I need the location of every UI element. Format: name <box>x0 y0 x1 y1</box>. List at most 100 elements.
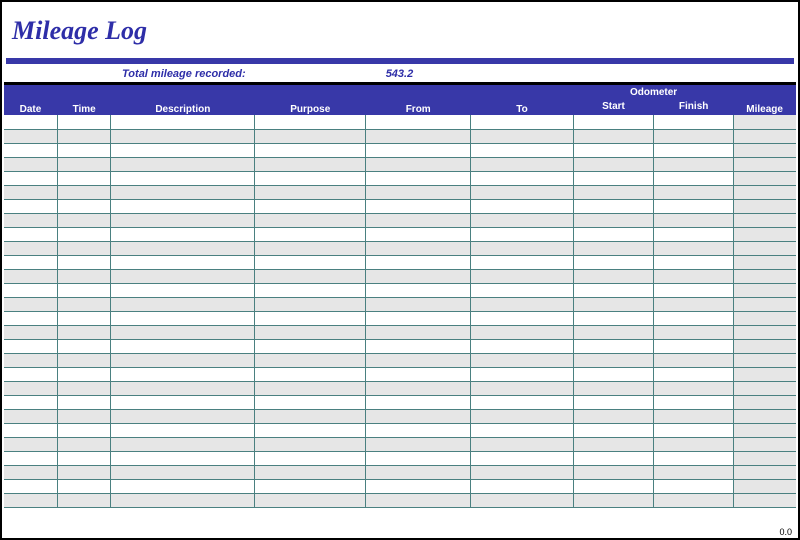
table-cell[interactable] <box>471 199 574 213</box>
table-cell[interactable] <box>734 255 796 269</box>
table-cell[interactable] <box>654 325 734 339</box>
table-cell[interactable] <box>255 451 366 465</box>
table-cell[interactable] <box>471 479 574 493</box>
table-cell[interactable] <box>4 115 57 129</box>
table-cell[interactable] <box>654 409 734 423</box>
table-cell[interactable] <box>366 465 471 479</box>
table-cell[interactable] <box>366 283 471 297</box>
table-cell[interactable] <box>57 339 110 353</box>
table-cell[interactable] <box>4 297 57 311</box>
table-cell[interactable] <box>255 171 366 185</box>
table-cell[interactable] <box>654 395 734 409</box>
table-cell[interactable] <box>654 423 734 437</box>
table-cell[interactable] <box>4 199 57 213</box>
table-cell[interactable] <box>654 143 734 157</box>
table-cell[interactable] <box>255 325 366 339</box>
table-cell[interactable] <box>573 325 653 339</box>
table-cell[interactable] <box>111 367 255 381</box>
table-cell[interactable] <box>57 255 110 269</box>
table-cell[interactable] <box>111 493 255 507</box>
table-cell[interactable] <box>573 493 653 507</box>
table-cell[interactable] <box>573 367 653 381</box>
table-cell[interactable] <box>4 339 57 353</box>
table-cell[interactable] <box>111 213 255 227</box>
table-cell[interactable] <box>111 409 255 423</box>
table-cell[interactable] <box>57 213 110 227</box>
table-cell[interactable] <box>4 143 57 157</box>
table-cell[interactable] <box>734 465 796 479</box>
table-cell[interactable] <box>654 241 734 255</box>
table-cell[interactable] <box>654 115 734 129</box>
table-cell[interactable] <box>255 479 366 493</box>
table-cell[interactable] <box>255 465 366 479</box>
table-cell[interactable] <box>57 353 110 367</box>
table-cell[interactable] <box>573 129 653 143</box>
table-cell[interactable] <box>4 395 57 409</box>
table-cell[interactable] <box>654 199 734 213</box>
table-cell[interactable] <box>57 241 110 255</box>
table-cell[interactable] <box>57 185 110 199</box>
table-cell[interactable] <box>4 283 57 297</box>
table-cell[interactable] <box>4 171 57 185</box>
table-cell[interactable] <box>4 255 57 269</box>
table-cell[interactable] <box>366 367 471 381</box>
table-cell[interactable] <box>573 241 653 255</box>
table-cell[interactable] <box>4 409 57 423</box>
table-cell[interactable] <box>57 395 110 409</box>
table-cell[interactable] <box>57 493 110 507</box>
table-cell[interactable] <box>573 409 653 423</box>
table-cell[interactable] <box>573 339 653 353</box>
table-cell[interactable] <box>471 409 574 423</box>
table-cell[interactable] <box>255 255 366 269</box>
table-cell[interactable] <box>573 227 653 241</box>
table-cell[interactable] <box>471 213 574 227</box>
table-cell[interactable] <box>573 269 653 283</box>
table-cell[interactable] <box>654 227 734 241</box>
table-cell[interactable] <box>734 297 796 311</box>
table-cell[interactable] <box>4 157 57 171</box>
table-cell[interactable] <box>4 213 57 227</box>
table-cell[interactable] <box>734 157 796 171</box>
table-cell[interactable] <box>111 129 255 143</box>
table-cell[interactable] <box>111 157 255 171</box>
table-cell[interactable] <box>4 367 57 381</box>
table-cell[interactable] <box>255 241 366 255</box>
table-cell[interactable] <box>471 395 574 409</box>
table-cell[interactable] <box>57 325 110 339</box>
table-cell[interactable] <box>111 451 255 465</box>
table-cell[interactable] <box>57 423 110 437</box>
table-cell[interactable] <box>366 395 471 409</box>
table-cell[interactable] <box>4 227 57 241</box>
table-cell[interactable] <box>366 143 471 157</box>
table-cell[interactable] <box>57 171 110 185</box>
table-cell[interactable] <box>734 395 796 409</box>
table-cell[interactable] <box>57 311 110 325</box>
table-cell[interactable] <box>255 269 366 283</box>
table-cell[interactable] <box>573 297 653 311</box>
table-cell[interactable] <box>734 185 796 199</box>
table-cell[interactable] <box>366 381 471 395</box>
table-cell[interactable] <box>57 269 110 283</box>
table-cell[interactable] <box>366 213 471 227</box>
table-cell[interactable] <box>471 451 574 465</box>
table-cell[interactable] <box>471 367 574 381</box>
table-cell[interactable] <box>4 451 57 465</box>
table-cell[interactable] <box>471 227 574 241</box>
table-cell[interactable] <box>366 353 471 367</box>
table-cell[interactable] <box>111 311 255 325</box>
table-cell[interactable] <box>255 409 366 423</box>
table-cell[interactable] <box>471 297 574 311</box>
table-cell[interactable] <box>366 115 471 129</box>
table-cell[interactable] <box>111 325 255 339</box>
table-cell[interactable] <box>734 213 796 227</box>
table-cell[interactable] <box>366 129 471 143</box>
table-cell[interactable] <box>573 437 653 451</box>
table-cell[interactable] <box>471 129 574 143</box>
table-cell[interactable] <box>255 115 366 129</box>
table-cell[interactable] <box>734 311 796 325</box>
table-cell[interactable] <box>4 437 57 451</box>
table-cell[interactable] <box>734 199 796 213</box>
table-cell[interactable] <box>111 381 255 395</box>
table-cell[interactable] <box>255 353 366 367</box>
table-cell[interactable] <box>573 213 653 227</box>
